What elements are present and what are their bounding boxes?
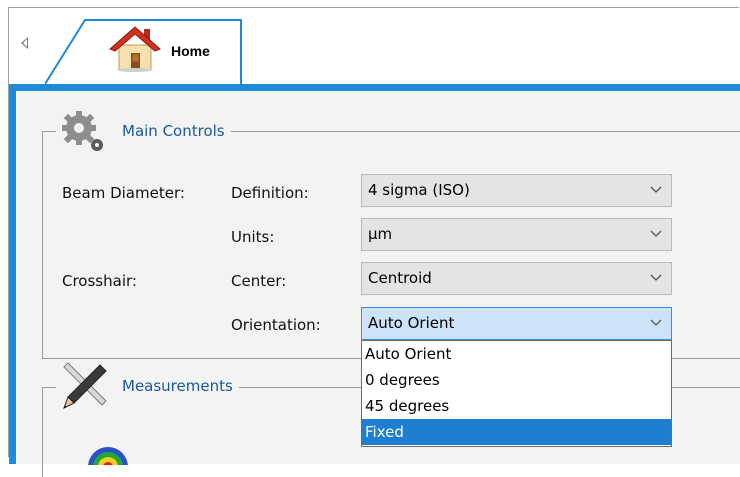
house-icon: [109, 26, 161, 72]
chevron-down-icon: [650, 319, 662, 326]
units-select[interactable]: µm: [361, 218, 672, 251]
home-panel: Main Controls Beam Diameter: Definition:…: [16, 91, 740, 477]
pencil-ruler-icon: [63, 362, 107, 410]
units-value: µm: [368, 225, 393, 243]
orientation-value: Auto Orient: [368, 314, 455, 332]
center-label: Center:: [231, 272, 287, 290]
application-window: Home Main Controls Beam Diameter: Defini…: [8, 7, 740, 477]
orientation-option-auto-orient[interactable]: Auto Orient: [362, 341, 671, 367]
orientation-option-45-degrees[interactable]: 45 degrees: [362, 393, 671, 419]
main-controls-title: Main Controls: [122, 122, 225, 140]
units-label: Units:: [231, 228, 275, 246]
orientation-options-list: Auto Orient 0 degrees 45 degrees Fixed: [361, 340, 672, 447]
beam-diameter-label: Beam Diameter:: [62, 184, 185, 202]
tab-strip: Home: [9, 8, 740, 85]
tab-home[interactable]: Home: [45, 19, 249, 85]
gears-icon: [62, 111, 103, 151]
chevron-down-icon: [650, 186, 662, 193]
center-value: Centroid: [368, 269, 432, 287]
chevron-down-icon: [650, 230, 662, 237]
orientation-option-fixed[interactable]: Fixed: [362, 419, 671, 445]
orientation-select[interactable]: Auto Orient: [361, 307, 672, 340]
center-select[interactable]: Centroid: [361, 262, 672, 295]
measurements-title: Measurements: [122, 377, 233, 395]
home-panel-frame: Main Controls Beam Diameter: Definition:…: [9, 84, 740, 477]
definition-select[interactable]: 4 sigma (ISO): [361, 174, 672, 207]
definition-label: Definition:: [231, 184, 309, 202]
target-icon: [88, 447, 128, 465]
tab-home-label: Home: [171, 43, 210, 59]
definition-value: 4 sigma (ISO): [368, 181, 470, 199]
crosshair-label: Crosshair:: [62, 272, 137, 290]
main-controls-header: Main Controls: [56, 106, 231, 156]
orientation-option-0-degrees[interactable]: 0 degrees: [362, 367, 671, 393]
chevron-down-icon: [650, 274, 662, 281]
scroll-left-icon[interactable]: [21, 37, 28, 49]
orientation-label: Orientation:: [231, 316, 321, 334]
measurements-header: Measurements: [56, 361, 239, 411]
